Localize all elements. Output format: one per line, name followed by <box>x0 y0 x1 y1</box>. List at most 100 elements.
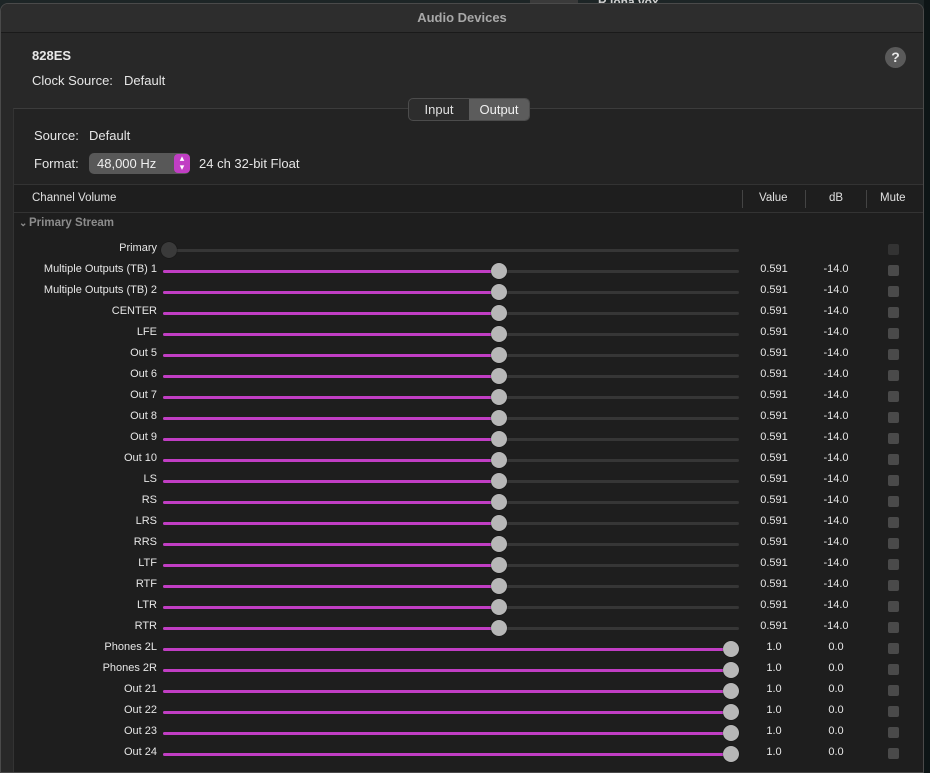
mute-checkbox[interactable] <box>888 475 899 486</box>
slider-knob[interactable] <box>723 746 739 762</box>
tab-input[interactable]: Input <box>409 99 469 120</box>
channel-name: Out 21 <box>123 683 157 695</box>
chevron-down-icon[interactable]: ⌄ <box>19 218 29 229</box>
mute-checkbox[interactable] <box>888 391 899 402</box>
volume-slider[interactable] <box>163 389 739 405</box>
slider-knob[interactable] <box>491 284 507 300</box>
volume-slider[interactable] <box>163 305 739 321</box>
mute-checkbox[interactable] <box>888 496 899 507</box>
channel-value: 0.591 <box>760 599 788 611</box>
mute-checkbox[interactable] <box>888 265 899 276</box>
volume-slider[interactable] <box>163 746 739 762</box>
mute-checkbox[interactable] <box>888 643 899 654</box>
volume-slider[interactable] <box>163 452 739 468</box>
mute-checkbox[interactable] <box>888 601 899 612</box>
tab-output[interactable]: Output <box>469 99 529 120</box>
channel-row: LTF 0.591 -14.0 <box>1 555 923 576</box>
volume-slider[interactable] <box>163 578 739 594</box>
help-button[interactable]: ? <box>885 47 906 68</box>
mute-checkbox[interactable] <box>888 349 899 360</box>
volume-slider[interactable] <box>163 431 739 447</box>
slider-knob[interactable] <box>491 494 507 510</box>
volume-slider[interactable] <box>163 662 739 678</box>
slider-knob[interactable] <box>491 326 507 342</box>
mute-checkbox[interactable] <box>888 517 899 528</box>
slider-knob[interactable] <box>491 410 507 426</box>
volume-slider[interactable] <box>163 620 739 636</box>
header-db[interactable]: dB <box>829 192 843 204</box>
slider-knob[interactable] <box>723 725 739 741</box>
volume-slider[interactable] <box>163 347 739 363</box>
volume-slider[interactable] <box>163 557 739 573</box>
slider-knob[interactable] <box>491 515 507 531</box>
mute-checkbox[interactable] <box>888 580 899 591</box>
mute-checkbox[interactable] <box>888 664 899 675</box>
mute-checkbox[interactable] <box>888 622 899 633</box>
slider-knob[interactable] <box>491 578 507 594</box>
slider-knob[interactable] <box>491 557 507 573</box>
slider-knob[interactable] <box>723 683 739 699</box>
volume-slider[interactable] <box>163 536 739 552</box>
window-title: Audio Devices <box>1 4 923 33</box>
slider-knob[interactable] <box>491 473 507 489</box>
mute-checkbox[interactable] <box>888 307 899 318</box>
channel-row: RTR 0.591 -14.0 <box>1 618 923 639</box>
volume-slider[interactable] <box>163 515 739 531</box>
mute-checkbox[interactable] <box>888 370 899 381</box>
slider-knob[interactable] <box>723 641 739 657</box>
channel-name: LTR <box>137 599 157 611</box>
volume-slider[interactable] <box>163 641 739 657</box>
channel-name: LFE <box>136 326 157 338</box>
volume-slider[interactable] <box>163 284 739 300</box>
volume-slider[interactable] <box>163 368 739 384</box>
input-output-segmented-control[interactable]: Input Output <box>408 98 530 121</box>
slider-knob[interactable] <box>491 431 507 447</box>
channel-name: Out 10 <box>123 452 157 464</box>
channel-value: 1.0 <box>766 641 782 653</box>
mute-checkbox[interactable] <box>888 454 899 465</box>
header-mute[interactable]: Mute <box>880 192 906 204</box>
channel-name: Multiple Outputs (TB) 2 <box>43 284 157 296</box>
slider-knob[interactable] <box>723 704 739 720</box>
channel-name: Phones 2L <box>104 641 157 653</box>
volume-slider[interactable] <box>163 263 739 279</box>
slider-knob[interactable] <box>491 452 507 468</box>
slider-knob[interactable] <box>491 389 507 405</box>
mute-checkbox[interactable] <box>888 748 899 759</box>
header-channel-volume[interactable]: Channel Volume <box>32 192 116 204</box>
mute-checkbox[interactable] <box>888 412 899 423</box>
mute-checkbox[interactable] <box>888 559 899 570</box>
header-value[interactable]: Value <box>759 192 788 204</box>
mute-checkbox[interactable] <box>888 706 899 717</box>
slider-knob[interactable] <box>491 263 507 279</box>
channel-name: Out 23 <box>123 725 157 737</box>
mute-checkbox[interactable] <box>888 286 899 297</box>
volume-slider[interactable] <box>163 725 739 741</box>
mute-checkbox[interactable] <box>888 433 899 444</box>
slider-knob[interactable] <box>491 599 507 615</box>
group-primary-stream[interactable]: ⌄ Primary Stream <box>19 217 114 229</box>
channel-db: 0.0 <box>828 641 844 653</box>
volume-slider[interactable] <box>163 599 739 615</box>
mute-checkbox[interactable] <box>888 328 899 339</box>
slider-knob[interactable] <box>491 305 507 321</box>
channel-row: Phones 2L 1.0 0.0 <box>1 639 923 660</box>
up-down-stepper-icon[interactable]: ▴ ▾ <box>174 154 190 173</box>
volume-slider[interactable] <box>163 683 739 699</box>
slider-fill <box>163 627 499 630</box>
volume-slider[interactable] <box>163 494 739 510</box>
volume-slider[interactable] <box>163 326 739 342</box>
slider-knob[interactable] <box>491 368 507 384</box>
clock-source-value[interactable]: Default <box>124 73 165 88</box>
slider-knob[interactable] <box>491 347 507 363</box>
volume-slider[interactable] <box>163 410 739 426</box>
slider-knob[interactable] <box>491 536 507 552</box>
format-select[interactable]: 48,000 Hz ▴ ▾ <box>89 153 190 174</box>
mute-checkbox[interactable] <box>888 538 899 549</box>
slider-knob[interactable] <box>723 662 739 678</box>
volume-slider[interactable] <box>163 704 739 720</box>
volume-slider[interactable] <box>163 473 739 489</box>
mute-checkbox[interactable] <box>888 727 899 738</box>
slider-knob[interactable] <box>491 620 507 636</box>
mute-checkbox[interactable] <box>888 685 899 696</box>
